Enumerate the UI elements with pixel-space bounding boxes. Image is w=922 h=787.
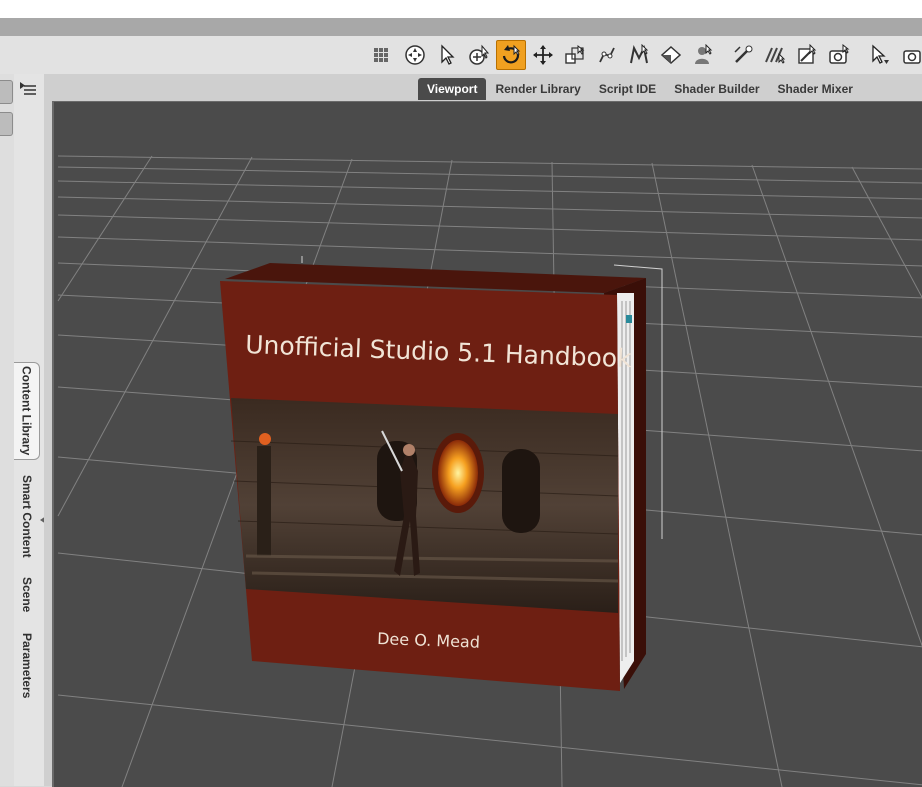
transfer-tool-icon[interactable] — [728, 40, 758, 70]
tab-render-library[interactable]: Render Library — [486, 78, 589, 100]
figure-tool-icon[interactable] — [688, 40, 718, 70]
cover-illustration — [230, 398, 619, 613]
node-navigator-icon[interactable] — [400, 40, 430, 70]
tab-script-ide[interactable]: Script IDE — [590, 78, 665, 100]
camera-tool-icon[interactable] — [824, 40, 854, 70]
texture-tool-icon[interactable] — [792, 40, 822, 70]
translate-tool-icon[interactable] — [528, 40, 558, 70]
side-tab-parameters[interactable]: Parameters — [14, 628, 40, 704]
viewport-3d[interactable]: Unofficial Studio 5.1 Handbook Dee O. Me… — [52, 101, 922, 787]
title-bar — [0, 0, 922, 18]
node-selection-icon[interactable] — [432, 40, 462, 70]
tool-toolbar — [0, 36, 922, 75]
panel-menu-icon[interactable] — [18, 80, 38, 98]
geometry-editor-icon[interactable] — [656, 40, 686, 70]
view-tab-bar: Viewport Render Library Script IDE Shade… — [418, 78, 862, 100]
tab-shader-builder[interactable]: Shader Builder — [665, 78, 768, 100]
left-collapsed-rail — [0, 74, 15, 786]
book-model: Unofficial Studio 5.1 Handbook Dee O. Me… — [220, 263, 646, 691]
surface-selection-icon[interactable] — [624, 40, 654, 70]
viewport-scene: Unofficial Studio 5.1 Handbook Dee O. Me… — [57, 155, 922, 787]
side-tab-label: Parameters — [20, 633, 34, 699]
render-icon[interactable] — [896, 40, 922, 70]
rotate-tool-icon[interactable] — [496, 40, 526, 70]
book-author: Dee O. Mead — [377, 629, 480, 652]
rail-button-top[interactable] — [0, 80, 13, 104]
tab-viewport[interactable]: Viewport — [418, 78, 487, 100]
pointer-options-icon[interactable] — [864, 40, 894, 70]
side-tab-label: Smart Content — [20, 474, 34, 558]
grid-tool-icon[interactable] — [368, 40, 398, 70]
side-tab-scene[interactable]: Scene — [14, 572, 40, 618]
universal-tool-icon[interactable] — [464, 40, 494, 70]
side-tab-label: Content Library — [19, 366, 34, 456]
edit-tool-icon[interactable] — [760, 40, 790, 70]
rail-button-list[interactable] — [0, 112, 13, 136]
joint-editor-icon[interactable] — [592, 40, 622, 70]
side-tab-label: Scene — [20, 577, 34, 613]
scale-tool-icon[interactable] — [560, 40, 590, 70]
tab-shader-mixer[interactable]: Shader Mixer — [769, 78, 862, 100]
side-tab-content-library[interactable]: Content Library — [14, 362, 40, 460]
side-tab-smart-content[interactable]: Smart Content — [14, 470, 40, 562]
menu-strip — [0, 18, 922, 36]
